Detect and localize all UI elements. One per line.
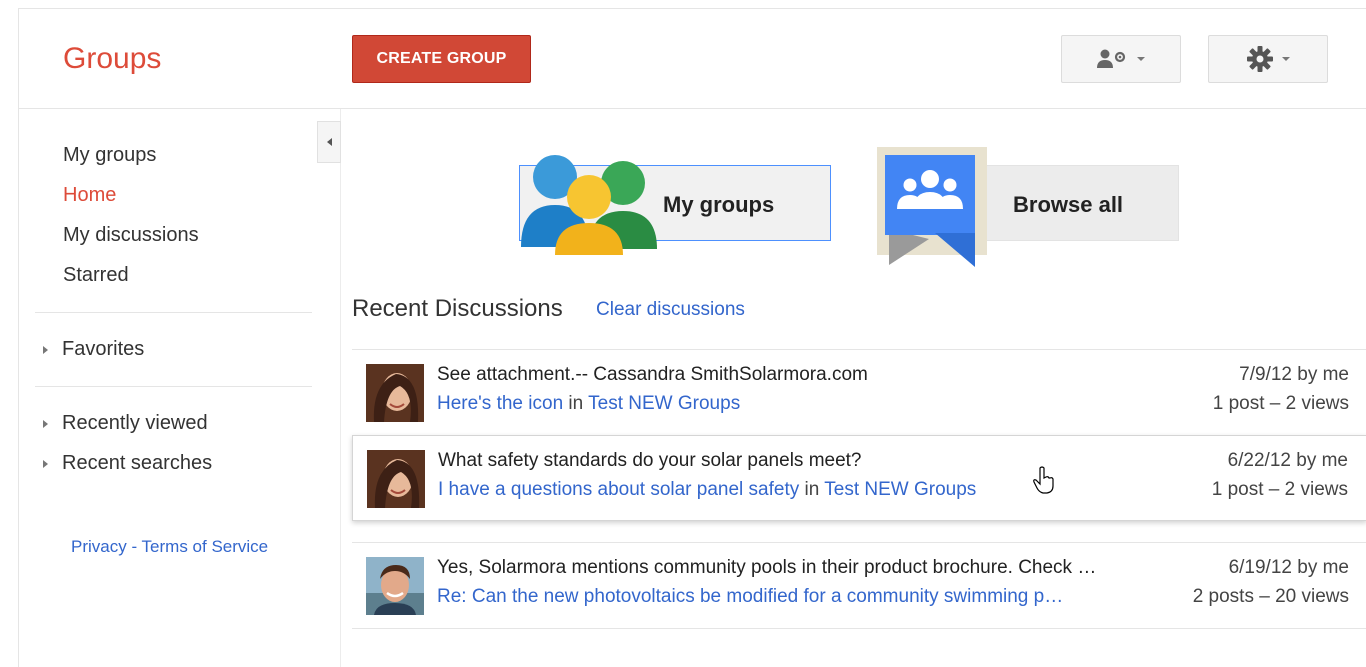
discussion-snippet: What safety standards do your solar pane… [438, 450, 862, 471]
chevron-down-icon [1282, 57, 1290, 61]
in-label: in [804, 479, 820, 500]
group-link[interactable]: Test NEW Groups [588, 393, 740, 414]
groups-speech-bubble-icon [877, 147, 987, 267]
create-group-button[interactable]: CREATE GROUP [352, 35, 531, 83]
sidebar: My groups Home My discussions Starred Fa… [19, 109, 341, 667]
expand-arrow-icon [43, 459, 48, 468]
groups-logo[interactable]: Groups [63, 42, 161, 76]
avatar [366, 557, 424, 615]
main-content: My groups Browse all Recent Discussions … [341, 109, 1366, 667]
sidebar-item-my-discussions[interactable]: My discussions [63, 224, 199, 247]
group-link[interactable]: Test NEW Groups [824, 479, 976, 500]
sidebar-item-my-groups[interactable]: My groups [63, 144, 156, 167]
sidebar-item-starred[interactable]: Starred [63, 264, 129, 287]
discussion-meta: I have a questions about solar panel saf… [438, 479, 976, 501]
discussion-subject-link[interactable]: Here's the icon [437, 393, 563, 414]
sidebar-divider [35, 386, 312, 387]
chevron-left-icon [326, 138, 332, 146]
recent-discussions-title: Recent Discussions [352, 295, 563, 322]
avatar [367, 450, 425, 508]
discussion-list-bottom-border [352, 628, 1366, 629]
discussion-snippet: Yes, Solarmora mentions community pools … [437, 557, 1097, 578]
person-gear-icon [1097, 49, 1126, 68]
app-frame: Groups CREATE GROUP My groups Home My di… [18, 8, 1366, 667]
expand-arrow-icon [43, 345, 48, 354]
expand-arrow-icon [43, 419, 48, 428]
settings-button[interactable] [1208, 35, 1328, 83]
terms-link[interactable]: Terms of Service [142, 537, 269, 556]
recent-searches-section[interactable]: Recent searches [43, 452, 212, 475]
people-icon [521, 155, 657, 255]
recently-viewed-label: Recently viewed [62, 412, 208, 434]
favorites-section[interactable]: Favorites [43, 338, 144, 361]
discussion-snippet: See attachment.-- Cassandra SmithSolarmo… [437, 364, 868, 385]
discussion-date: 6/19/12 by me [1228, 557, 1349, 578]
discussion-stats: 1 post – 2 views [1211, 479, 1348, 500]
discussion-stats: 1 post – 2 views [1212, 393, 1349, 414]
discussion-subject-link[interactable]: Re: Can the new photovoltaics be modifie… [437, 586, 1063, 607]
sidebar-divider [35, 312, 312, 313]
clear-discussions-link[interactable]: Clear discussions [596, 299, 745, 321]
hand-cursor-icon [1033, 466, 1054, 494]
gear-icon [1247, 46, 1273, 72]
footer-separator: - [126, 537, 142, 556]
discussion-row[interactable]: Yes, Solarmora mentions community pools … [352, 542, 1366, 628]
browse-all-tile-label: Browse all [1013, 192, 1124, 217]
sidebar-item-home[interactable]: Home [63, 184, 116, 207]
avatar [366, 364, 424, 422]
discussion-row[interactable]: See attachment.-- Cassandra SmithSolarmo… [352, 349, 1366, 435]
discussion-row[interactable]: What safety standards do your solar pane… [352, 435, 1366, 521]
my-groups-tile-label: My groups [663, 192, 775, 217]
footer-links: Privacy - Terms of Service [71, 537, 268, 557]
collapse-sidebar-button[interactable] [317, 121, 341, 163]
manage-members-button[interactable] [1061, 35, 1181, 83]
in-label: in [568, 393, 584, 414]
privacy-link[interactable]: Privacy [71, 537, 127, 556]
discussion-subject-link[interactable]: I have a questions about solar panel saf… [438, 479, 799, 500]
recently-viewed-section[interactable]: Recently viewed [43, 412, 208, 435]
chevron-down-icon [1137, 57, 1145, 61]
discussion-date: 6/22/12 by me [1227, 450, 1348, 471]
header: Groups CREATE GROUP [19, 9, 1366, 109]
discussion-date: 7/9/12 by me [1239, 364, 1349, 385]
discussion-meta: Here's the icon in Test NEW Groups [437, 393, 740, 415]
discussion-stats: 2 posts – 20 views [1192, 586, 1349, 607]
favorites-label: Favorites [62, 338, 145, 360]
recent-searches-label: Recent searches [62, 452, 213, 474]
discussion-meta: Re: Can the new photovoltaics be modifie… [437, 586, 1063, 608]
